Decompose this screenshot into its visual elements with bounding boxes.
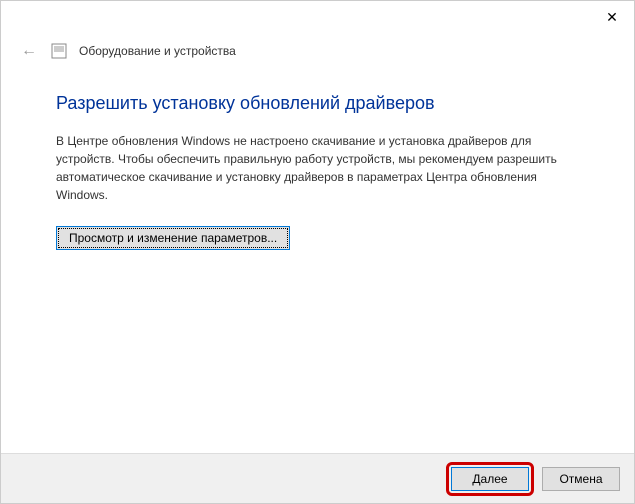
close-button[interactable]: ✕: [602, 7, 622, 27]
next-button[interactable]: Далее: [451, 467, 529, 491]
back-arrow-icon: ←: [21, 42, 37, 60]
content-area: Разрешить установку обновлений драйверов…: [1, 69, 634, 453]
header-row: ← Оборудование и устройства: [1, 33, 634, 69]
view-change-settings-button[interactable]: Просмотр и изменение параметров...: [56, 226, 290, 250]
description-text: В Центре обновления Windows не настроено…: [56, 132, 579, 204]
page-heading: Разрешить установку обновлений драйверов: [56, 93, 579, 114]
titlebar: ✕: [1, 1, 634, 33]
next-button-highlight: Далее: [446, 462, 534, 496]
header-title: Оборудование и устройства: [79, 44, 236, 58]
footer-bar: Далее Отмена: [1, 453, 634, 503]
close-icon: ✕: [606, 9, 618, 26]
troubleshooter-window: ✕ ← Оборудование и устройства Разрешить …: [0, 0, 635, 504]
troubleshooter-icon: [51, 43, 67, 59]
cancel-button[interactable]: Отмена: [542, 467, 620, 491]
back-button[interactable]: ←: [19, 41, 39, 61]
